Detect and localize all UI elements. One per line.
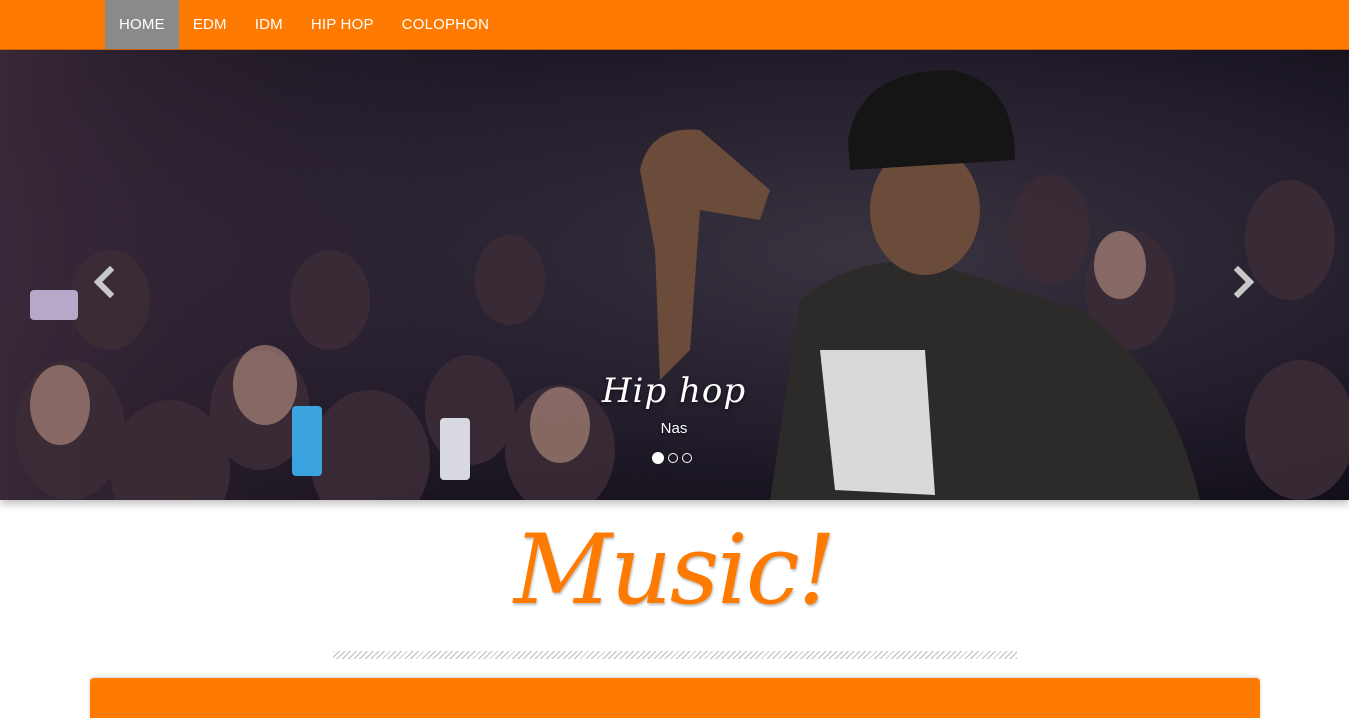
chevron-right-icon — [1233, 265, 1255, 299]
chevron-left-icon — [93, 265, 115, 299]
top-navbar: HOME EDM IDM HIP HOP COLOPHON — [0, 0, 1349, 50]
nav-item-hip-hop[interactable]: HIP HOP — [297, 0, 388, 49]
caption-subtitle: Nas — [660, 420, 688, 437]
nav-list: HOME EDM IDM HIP HOP COLOPHON — [105, 0, 503, 49]
carousel-next-button[interactable] — [1224, 260, 1264, 304]
carousel-indicator-2[interactable] — [668, 453, 678, 463]
content-panel — [90, 678, 1260, 718]
nav-item-edm[interactable]: EDM — [179, 0, 241, 49]
carousel-indicators — [652, 452, 692, 464]
nav-item-home[interactable]: HOME — [105, 0, 179, 49]
caption-title: Hip hop — [601, 371, 747, 411]
nav-item-idm[interactable]: IDM — [241, 0, 297, 49]
hero-carousel: Hip hop Nas — [0, 50, 1349, 500]
carousel-caption: Hip hop Nas — [474, 368, 874, 437]
nav-item-colophon[interactable]: COLOPHON — [388, 0, 503, 49]
carousel-indicator-3[interactable] — [682, 453, 692, 463]
carousel-prev-button[interactable] — [84, 260, 124, 304]
page-title: Music! — [513, 514, 836, 626]
hatched-divider — [333, 651, 1017, 659]
carousel-indicator-1[interactable] — [652, 452, 664, 464]
